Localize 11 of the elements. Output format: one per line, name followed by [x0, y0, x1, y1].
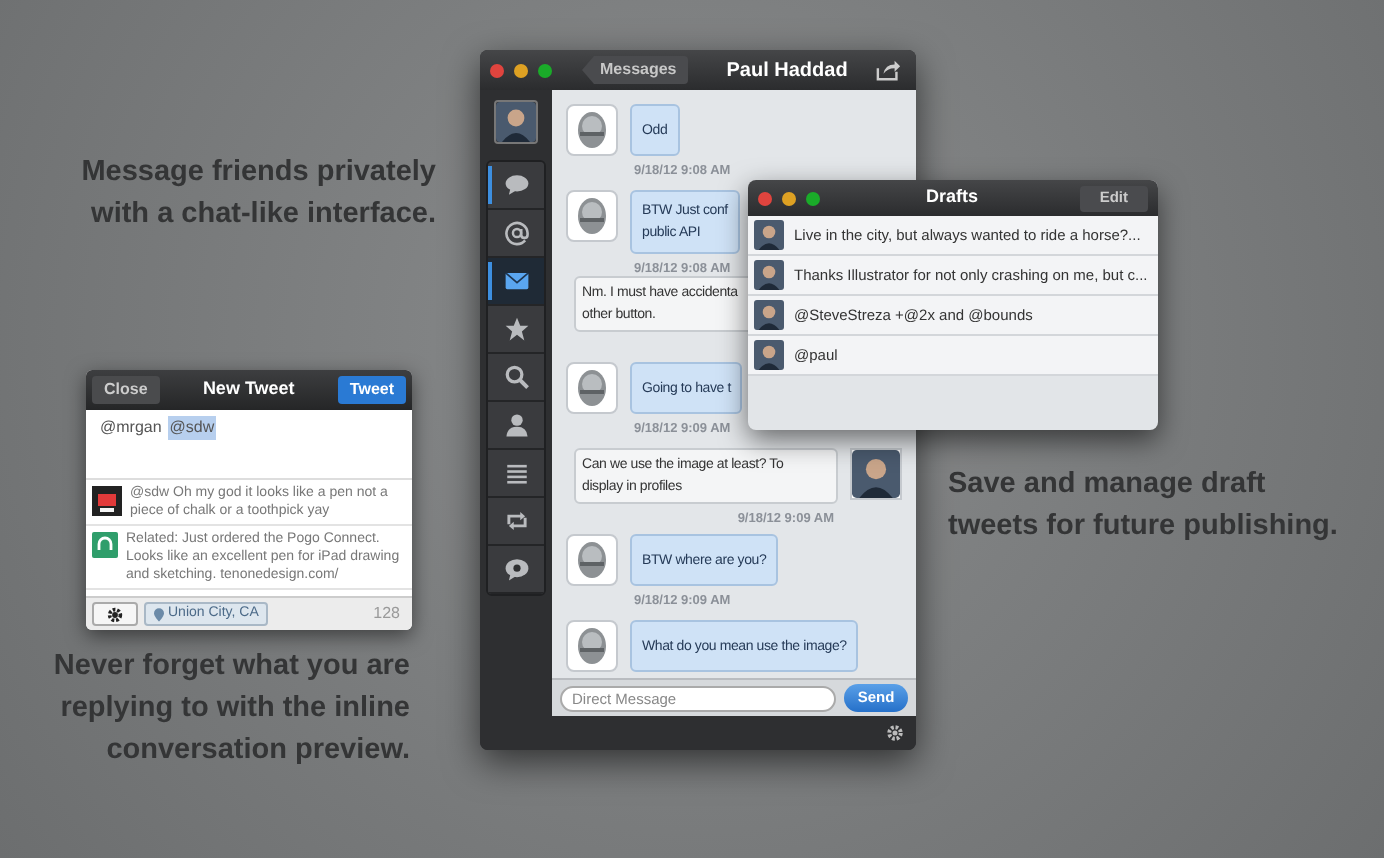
window-title: Paul Haddad [726, 57, 848, 85]
window-title: New Tweet [202, 376, 295, 403]
caption: Message friends privately with a chat-like interface. [81, 154, 436, 234]
caption: Save and manage draft tweets for future publishing. [948, 466, 1338, 546]
back-button[interactable]: Messages [582, 56, 689, 84]
tweet-text-field[interactable]: @mrgan @sdw [86, 410, 412, 480]
close-button[interactable]: Close [92, 376, 160, 404]
caption: Never forget what you are replying to with the inline conversation preview. [53, 648, 410, 770]
character-count: 128 [373, 602, 400, 626]
tweet-button[interactable]: Tweet [337, 376, 406, 404]
window-title: Drafts [926, 184, 979, 211]
